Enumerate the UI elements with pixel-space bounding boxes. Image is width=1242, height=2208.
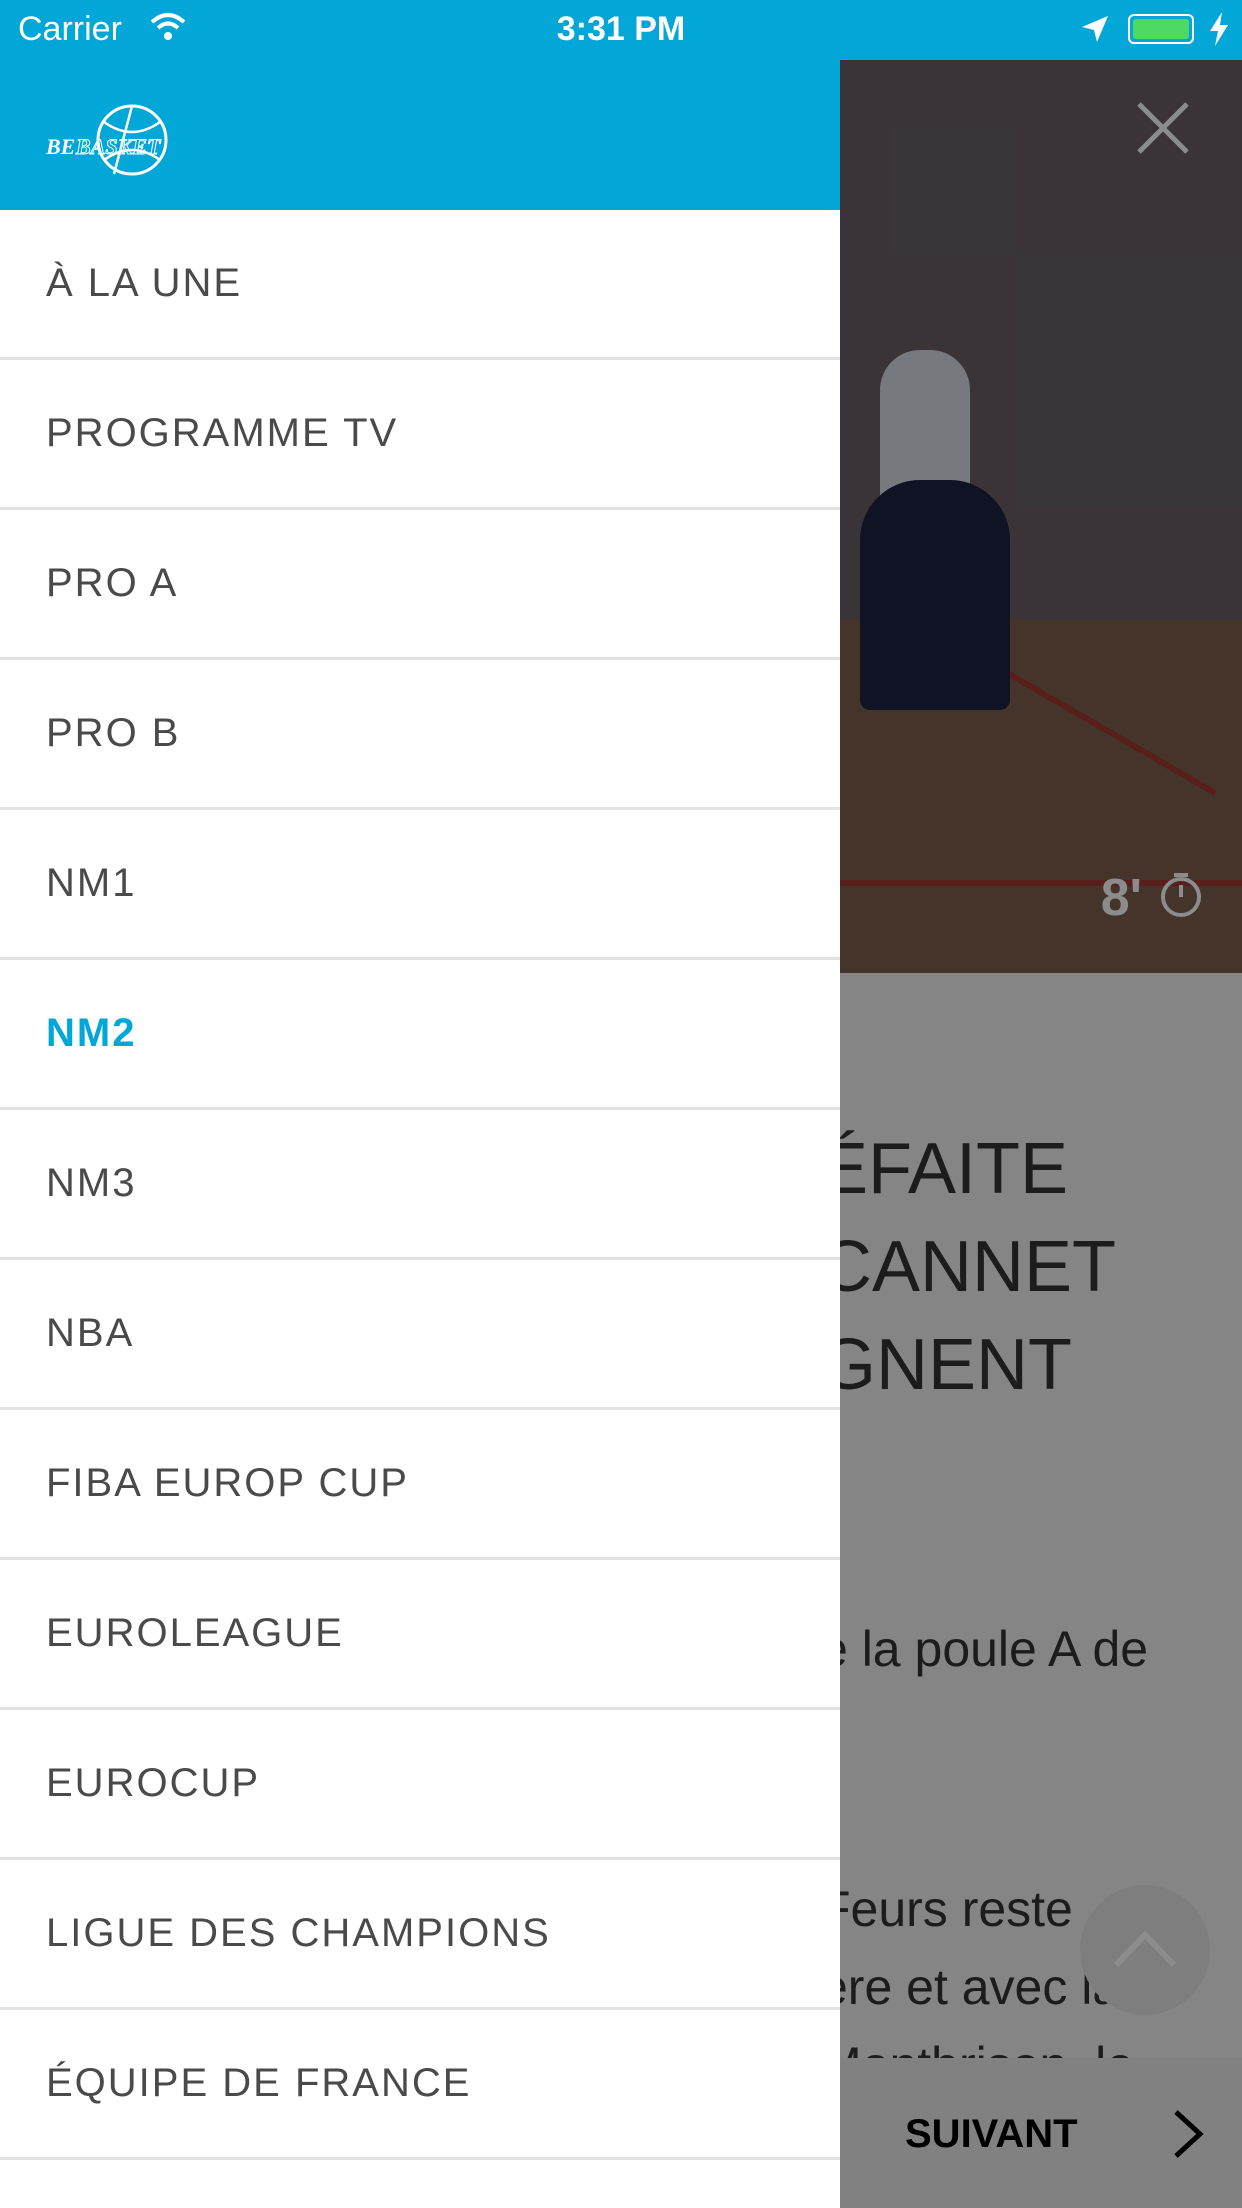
menu-item-eurocup[interactable]: EUROCUP (0, 1710, 840, 1860)
menu-item-euroleague[interactable]: EUROLEAGUE (0, 1560, 840, 1710)
menu-item-nba[interactable]: NBA (0, 1260, 840, 1410)
drawer-overlay[interactable] (840, 60, 1242, 2208)
menu-item-label: À LA UNE (46, 261, 243, 305)
menu-item-nm3[interactable]: NM3 (0, 1110, 840, 1260)
charging-bolt-icon (1210, 12, 1228, 46)
clock: 3:31 PM (556, 10, 686, 48)
menu-item-label: NBA (46, 1311, 135, 1355)
menu-item-label: FIBA EUROP CUP (46, 1461, 409, 1505)
menu-item-label: NM3 (46, 1161, 137, 1205)
status-bar: Carrier 3:31 PM (0, 0, 1242, 60)
menu-item-label: PRO A (46, 561, 179, 605)
menu-item-fiba-europ-cup[interactable]: FIBA EUROP CUP (0, 1410, 840, 1560)
logo-text-be: BE (45, 134, 75, 159)
logo-text-basket: BASKET (75, 134, 162, 159)
menu-item-equipe-de-france[interactable]: ÉQUIPE DE FRANCE (0, 2010, 840, 2160)
navigation-drawer: BE BASKET À LA UNE PROGRAMME TV PRO A PR… (0, 60, 840, 2208)
bebasket-logo[interactable]: BE BASKET (44, 102, 204, 182)
menu-item-label: ÉQUIPE DE FRANCE (46, 2061, 472, 2105)
battery-icon (1128, 14, 1194, 44)
menu-item-label: NM1 (46, 861, 137, 905)
menu-item-label: NM2 (46, 1011, 137, 1055)
menu-item-label: PRO B (46, 711, 181, 755)
menu-item-programme-tv[interactable]: PROGRAMME TV (0, 360, 840, 510)
menu-item-label: EUROLEAGUE (46, 1611, 344, 1655)
drawer-menu: À LA UNE PROGRAMME TV PRO A PRO B NM1 NM… (0, 210, 840, 2160)
menu-item-pro-a[interactable]: PRO A (0, 510, 840, 660)
menu-item-label: EUROCUP (46, 1761, 261, 1805)
menu-item-label: PROGRAMME TV (46, 411, 399, 455)
menu-item-label: LIGUE DES CHAMPIONS (46, 1911, 551, 1955)
menu-item-ligue-des-champions[interactable]: LIGUE DES CHAMPIONS (0, 1860, 840, 2010)
menu-item-nm1[interactable]: NM1 (0, 810, 840, 960)
location-arrow-icon (1082, 16, 1108, 42)
menu-item-a-la-une[interactable]: À LA UNE (0, 210, 840, 360)
drawer-header: BE BASKET (0, 60, 840, 210)
menu-item-pro-b[interactable]: PRO B (0, 660, 840, 810)
menu-item-nm2[interactable]: NM2 (0, 960, 840, 1110)
